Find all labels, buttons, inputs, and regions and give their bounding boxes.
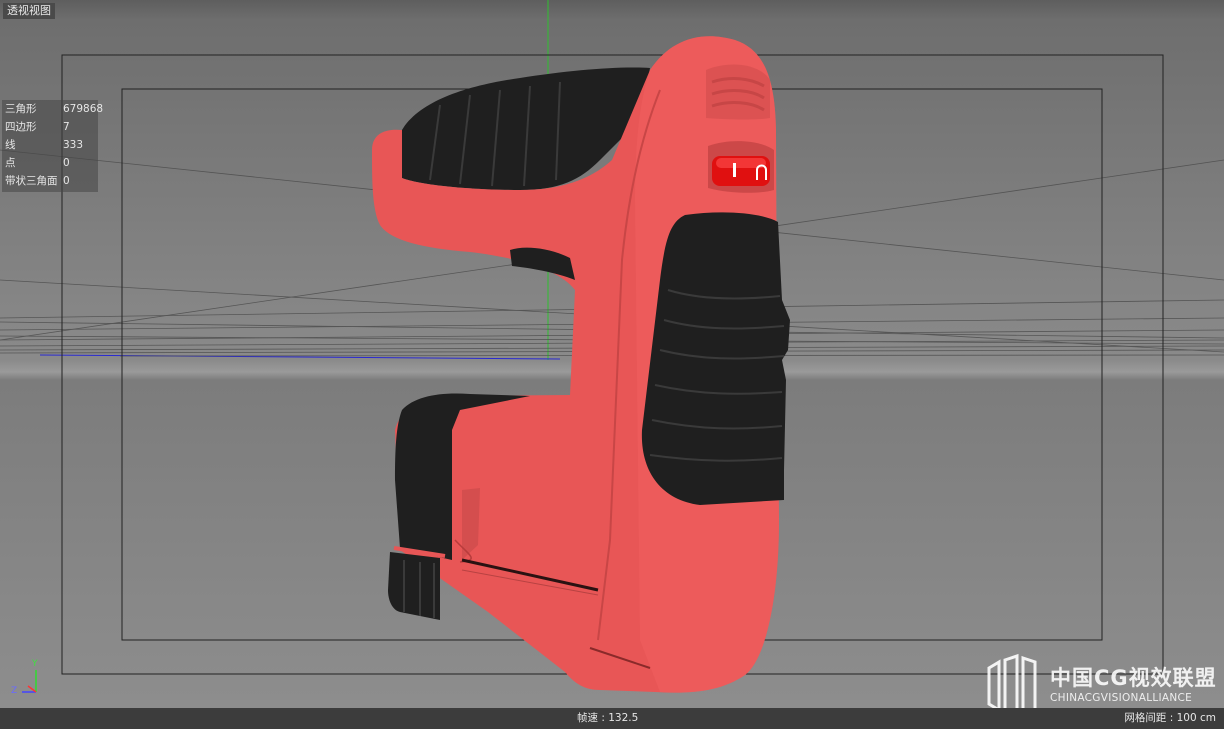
stat-value: 679868 xyxy=(63,103,104,115)
perspective-viewport[interactable]: 透视视图 三角形 679868 四边形 7 线 333 点 0 带状三角面 0 … xyxy=(0,0,1224,729)
stat-strip-triangles: 带状三角面 0 xyxy=(5,172,97,190)
stat-label: 线 xyxy=(5,139,16,151)
stat-lines: 线 333 xyxy=(5,136,97,154)
drill-model xyxy=(372,36,790,693)
watermark-title: 中国CG视效联盟 xyxy=(1050,666,1217,690)
stat-label: 点 xyxy=(5,157,16,169)
stat-triangles: 三角形 679868 xyxy=(5,100,103,118)
axis-z-label: Z xyxy=(11,686,18,696)
stat-label: 三角形 xyxy=(5,103,37,115)
fps-readout: 帧速 : 132.5 xyxy=(577,712,639,724)
stat-points: 点 0 xyxy=(5,154,97,172)
stat-value: 333 xyxy=(63,139,84,151)
watermark-subtitle: CHINACGVISIONALLIANCE xyxy=(1050,692,1193,704)
watermark: 中国CG视效联盟 CHINACGVISIONALLIANCE xyxy=(983,656,1218,716)
stat-value: 0 xyxy=(63,157,70,169)
stat-label: 带状三角面 xyxy=(5,175,58,187)
viewport-title[interactable]: 透视视图 xyxy=(3,3,55,19)
stat-value: 7 xyxy=(63,121,70,133)
stat-quads: 四边形 7 xyxy=(5,118,97,136)
scene-canvas xyxy=(0,0,1224,719)
axis-gizmo-icon xyxy=(22,670,37,693)
axis-y-label: Y xyxy=(32,659,38,669)
stat-value: 0 xyxy=(63,175,70,187)
trigger-switch-icon xyxy=(712,156,770,186)
grid-spacing-readout: 网格间距 : 100 cm xyxy=(1124,712,1216,724)
stat-label: 四边形 xyxy=(5,121,37,133)
scene-stats-panel: 三角形 679868 四边形 7 线 333 点 0 带状三角面 0 xyxy=(2,100,103,192)
